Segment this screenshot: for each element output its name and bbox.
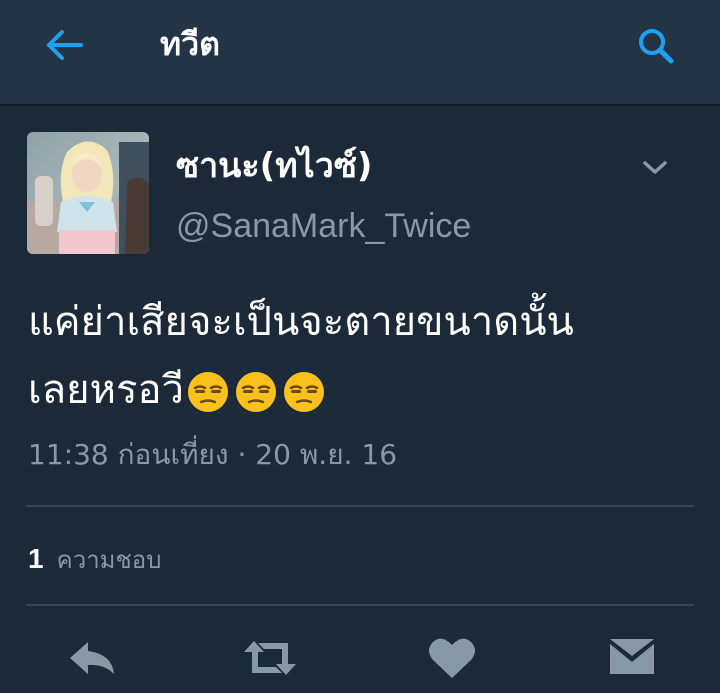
avatar-photo — [27, 132, 149, 254]
emoji-group — [186, 370, 326, 414]
likes-stat[interactable]: 1 ความชอบ — [28, 539, 161, 583]
likes-count: 1 — [28, 543, 44, 574]
arrow-left-icon — [47, 30, 83, 60]
avatar[interactable] — [27, 132, 149, 254]
tweet-line-text: เลยหรอวี — [28, 367, 184, 413]
divider — [26, 604, 694, 606]
retweet-icon — [244, 641, 296, 675]
tweet-text: แค่ย่าเสียจะเป็นจะตายขนาดนั้น เลยหรอวี — [28, 288, 698, 424]
page-title: ทวีต — [160, 25, 220, 63]
direct-message-button[interactable] — [602, 628, 662, 688]
search-button[interactable] — [628, 20, 684, 72]
unamused-face-icon — [283, 372, 324, 412]
unamused-face-icon — [187, 372, 228, 412]
chevron-down-icon — [643, 161, 667, 174]
unamused-face-icon — [235, 372, 276, 412]
tweet-line: เลยหรอวี — [28, 356, 698, 424]
reply-icon — [70, 642, 114, 674]
tweet-timestamp[interactable]: 11:38 ก่อนเที่ยง · 20 พ.ย. 16 — [28, 433, 397, 477]
user-handle[interactable]: @SanaMark_Twice — [176, 203, 471, 249]
likes-label: ความชอบ — [56, 546, 162, 574]
more-options-button[interactable] — [634, 148, 676, 188]
heart-icon — [429, 638, 475, 678]
divider — [26, 505, 694, 507]
reply-button[interactable] — [62, 628, 122, 688]
search-icon — [639, 29, 674, 64]
display-name[interactable]: ซานะ(ทไวซ์) — [176, 140, 372, 192]
back-button[interactable] — [36, 22, 92, 68]
like-button[interactable] — [422, 628, 482, 688]
direct-message-icon — [609, 639, 655, 674]
tweet-line: แค่ย่าเสียจะเป็นจะตายขนาดนั้น — [28, 299, 574, 345]
app-bar: ทวีต — [0, 0, 720, 106]
retweet-button[interactable] — [240, 628, 300, 688]
